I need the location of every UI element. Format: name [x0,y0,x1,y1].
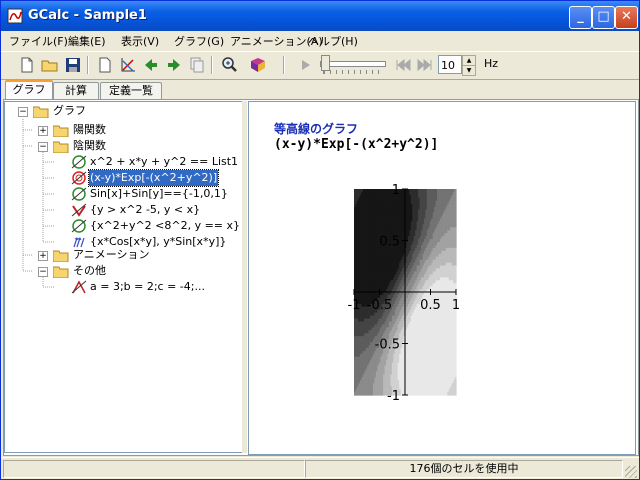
play-icon [302,60,310,70]
minimize-button[interactable]: _ [569,6,592,29]
animation-slider-thumb[interactable] [321,55,330,71]
menu-bar: ファイル(F) 編集(E) 表示(V) グラフ(G) アニメーション(A) ヘル… [1,31,639,50]
app-window: GCalc - Sample1 _ □ ✕ ファイル(F) 編集(E) 表示(V… [0,0,640,480]
tree-label: a = 3;b = 2;c = -4;... [90,280,205,293]
tab-strip: グラフ 計算 定義一覧 [1,80,639,101]
frequency-down-button[interactable]: ▼ [462,65,476,76]
tree-label: 陰関数 [73,139,106,152]
tab-definitions[interactable]: 定義一覧 [100,82,162,99]
zoom-button[interactable] [219,55,239,75]
contour-graph-icon [71,155,87,169]
tree-item-inequality[interactable]: {x^2+y^2 <8^2, y == x} [5,218,242,234]
tree-label: 陽関数 [73,123,106,136]
folder-icon [53,125,69,137]
rewind-icon [396,58,411,72]
menu-file[interactable]: ファイル(F) [9,33,68,49]
frequency-unit-label: Hz [484,57,499,70]
new-file-button[interactable] [17,55,37,75]
tab-calc[interactable]: 計算 [53,82,99,99]
folder-open-icon [33,106,49,118]
contour-graph-icon [71,219,87,233]
arrow-left-icon [145,59,157,71]
menu-view[interactable]: 表示(V) [121,33,159,49]
tree-item-equation-selected[interactable]: (x-y)*Exp[-(x^2+y^2)] [5,169,242,187]
panel-splitter[interactable] [242,101,247,453]
tree-label: {x^2+y^2 <8^2, y == x} [90,219,241,232]
menu-help[interactable]: ヘルプ(H) [308,33,358,49]
folder-icon [53,250,69,262]
save-button[interactable] [63,55,83,75]
fast-forward-icon [417,58,432,72]
tree-label: {y > x^2 -5, y < x} [90,203,201,216]
tab-graph[interactable]: グラフ [5,80,53,101]
tree-node-implicit[interactable]: − 陰関数 [5,138,242,154]
folder-open-icon [53,141,69,153]
save-disk-icon [66,58,80,72]
contour-plot: -1 -0.5 0.5 110.5-0.5-1 [348,183,461,404]
arrow-right-icon [168,59,180,71]
script-icon [71,280,87,294]
menu-graph[interactable]: グラフ(G) [174,33,224,49]
tree-label: Sin[x]+Sin[y]=={-1,0,1} [90,187,228,200]
collapse-toggle[interactable]: − [18,107,28,117]
book-icon [251,58,265,72]
app-icon [7,8,23,24]
frequency-input[interactable]: 10 [438,55,462,74]
tree-label: グラフ [53,104,86,117]
open-file-button[interactable] [40,55,60,75]
maximize-button[interactable]: □ [592,6,615,29]
tree-item-equation[interactable]: Sin[x]+Sin[y]=={-1,0,1} [5,186,242,202]
magnifier-icon [222,57,237,72]
tree-node-animation[interactable]: + アニメーション [5,247,242,263]
tree-label: その他 [73,264,106,277]
toolbar-separator [87,56,89,74]
tree-item-equation[interactable]: x^2 + x*y + y^2 == List1 [5,154,242,170]
play-button[interactable] [295,55,315,75]
folder-open-icon [53,266,69,278]
tree-label: アニメーション [73,248,150,261]
tree-label: (x-y)*Exp[-(x^2+y^2)] [87,169,220,187]
menu-edit[interactable]: 編集(E) [68,33,106,49]
new-graph-button[interactable] [95,55,115,75]
tree-node-explicit[interactable]: + 陽関数 [5,122,242,138]
tree-item-inequality[interactable]: {y > x^2 -5, y < x} [5,202,242,218]
graph-axes-icon [121,58,135,72]
skip-back-button[interactable] [393,55,413,75]
tree-node-other[interactable]: − その他 [5,263,242,279]
slider-ticks [323,70,384,74]
region-graph-icon [71,203,87,217]
tree-label: x^2 + x*y + y^2 == List1 [90,155,239,168]
contour-graph-icon [71,171,87,185]
collapse-toggle[interactable]: − [38,142,48,152]
tree-item-script[interactable]: a = 3;b = 2;c = -4;... [5,279,242,295]
open-folder-icon [41,60,58,72]
contour-graph-icon [71,187,87,201]
page-icon [99,57,111,73]
forward-button[interactable] [164,55,184,75]
title-bar[interactable]: GCalc - Sample1 _ □ ✕ [1,1,639,31]
copy-icon [190,57,204,73]
tree-node-root[interactable]: − グラフ [5,103,242,119]
toolbar: 10 ▲ ▼ Hz [1,51,639,80]
expand-toggle[interactable]: + [38,251,48,261]
graph-view[interactable]: 等高線のグラフ (x-y)*Exp[-(x^2+y^2)] -1 -0.5 0.5 1… [248,101,636,455]
graph-tree[interactable]: − グラフ + 陽関数 − 陰関数 x^2 + x*y + y^2 == Lis… [4,101,243,453]
graph-settings-button[interactable] [118,55,138,75]
copy-button[interactable] [187,55,207,75]
back-button[interactable] [141,55,161,75]
window-title: GCalc - Sample1 [28,8,147,23]
skip-forward-button[interactable] [415,55,435,75]
collapse-toggle[interactable]: − [38,267,48,277]
close-button[interactable]: ✕ [615,6,638,29]
toolbar-separator [283,56,285,74]
toolbar-separator [211,56,213,74]
new-file-icon [21,57,33,73]
help-book-button[interactable] [248,55,268,75]
expand-toggle[interactable]: + [38,126,48,136]
